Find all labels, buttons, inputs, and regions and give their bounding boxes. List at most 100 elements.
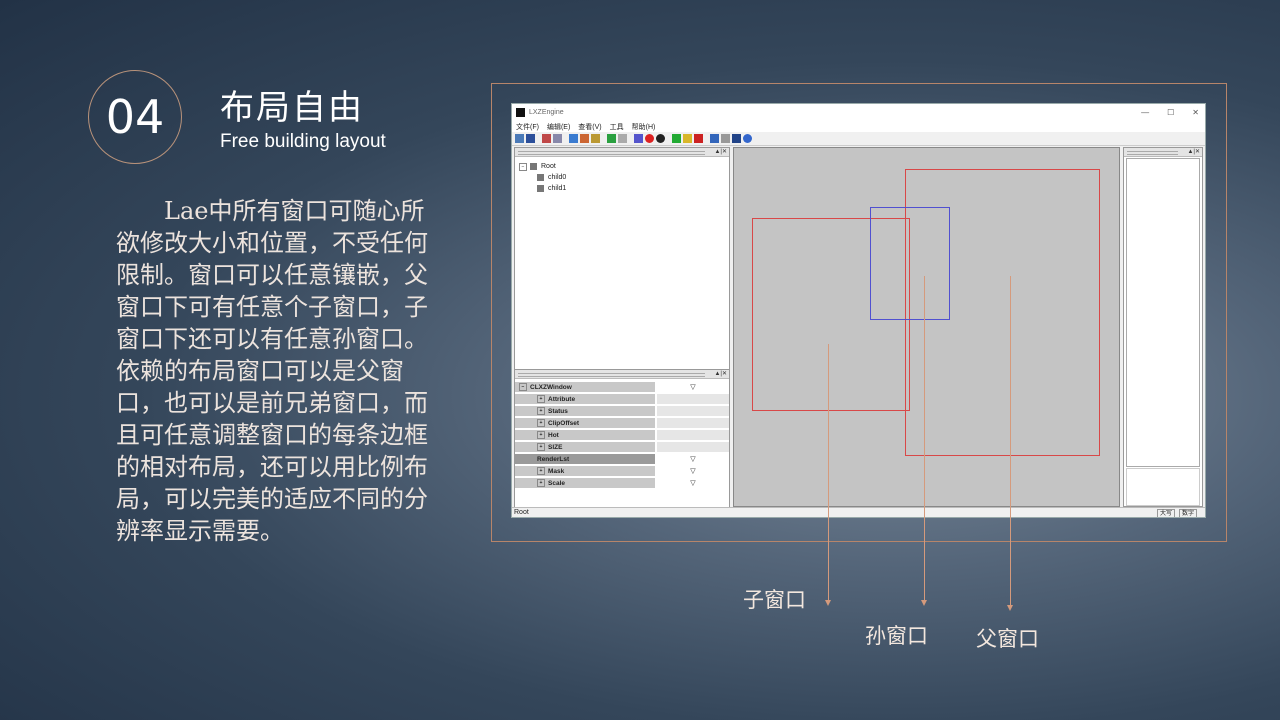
properties-pane: ▲|✕ − CLXZWindow ▽ + Attribute + Status + ClipOf…	[514, 369, 730, 509]
property-value[interactable]	[657, 418, 729, 428]
property-row[interactable]: RenderLst ▽	[515, 453, 729, 465]
window-node-icon	[537, 185, 544, 192]
open-icon[interactable]	[515, 134, 524, 143]
property-value[interactable]: ▽	[657, 466, 729, 476]
caps-indicator: 大写	[1156, 509, 1175, 517]
property-row[interactable]: − CLXZWindow ▽	[515, 381, 729, 393]
app-window: LXZEngine — ☐ ✕ 文件(F) 编辑(E) 查看(V) 工具 帮助(…	[512, 104, 1205, 517]
design-canvas[interactable]	[733, 147, 1120, 507]
play-icon[interactable]	[672, 134, 681, 143]
menu-file[interactable]: 文件(F)	[516, 122, 539, 132]
property-name: + Status	[515, 406, 655, 416]
property-value[interactable]	[657, 394, 729, 404]
expand-icon[interactable]: +	[537, 479, 545, 487]
section-number: 04	[105, 90, 165, 144]
property-label: Hot	[548, 431, 559, 439]
window-tree: − Root child0 child1	[515, 157, 729, 194]
property-name: RenderLst	[515, 454, 655, 464]
expand-icon[interactable]: +	[537, 419, 545, 427]
image-icon[interactable]	[591, 134, 600, 143]
property-row[interactable]: + Attribute	[515, 393, 729, 405]
property-label: RenderLst	[537, 455, 570, 463]
expand-icon[interactable]: +	[537, 443, 545, 451]
property-label: Mask	[548, 467, 565, 475]
property-row[interactable]: + SIZE	[515, 441, 729, 453]
property-name: + Mask	[515, 466, 655, 476]
tree-item-child1[interactable]: child1	[519, 183, 729, 194]
property-value[interactable]	[657, 430, 729, 440]
tree-item-root[interactable]: − Root	[519, 161, 729, 172]
child-arrow-line	[828, 344, 829, 600]
menu-edit[interactable]: 编辑(E)	[547, 122, 570, 132]
menu-bar: 文件(F) 编辑(E) 查看(V) 工具 帮助(H)	[512, 121, 1205, 132]
cut-icon[interactable]	[542, 134, 551, 143]
text-icon[interactable]	[569, 134, 578, 143]
collapse-icon[interactable]: −	[519, 383, 527, 391]
property-value[interactable]	[657, 442, 729, 452]
pane-buttons[interactable]: ▲|✕	[714, 148, 727, 155]
save-icon[interactable]	[526, 134, 535, 143]
parent-arrow-line	[1010, 276, 1011, 606]
property-name: + ClipOffset	[515, 418, 655, 428]
window-node-icon	[537, 174, 544, 181]
property-name: + Hot	[515, 430, 655, 440]
property-value[interactable]: ▽	[657, 454, 729, 464]
menu-help[interactable]: 帮助(H)	[632, 122, 656, 132]
property-row[interactable]: + Status	[515, 405, 729, 417]
tree-item-label: Root	[541, 163, 556, 170]
property-row[interactable]: + Scale ▽	[515, 477, 729, 489]
grandchild-window-rect[interactable]	[870, 207, 950, 320]
property-name: + Attribute	[515, 394, 655, 404]
settings-icon[interactable]	[743, 134, 752, 143]
grandchild-arrow-head	[921, 600, 927, 606]
property-row[interactable]: + ClipOffset	[515, 417, 729, 429]
app-logo-icon	[516, 108, 525, 117]
power-icon[interactable]	[656, 134, 665, 143]
grid-icon[interactable]	[580, 134, 589, 143]
expand-icon[interactable]: +	[537, 431, 545, 439]
d-icon[interactable]	[607, 134, 616, 143]
property-name: − CLXZWindow	[515, 382, 655, 392]
expand-icon[interactable]: +	[537, 467, 545, 475]
parent-arrow-head	[1007, 605, 1013, 611]
menu-tools[interactable]: 工具	[610, 122, 624, 132]
property-row[interactable]: + Hot	[515, 429, 729, 441]
copy-icon[interactable]	[553, 134, 562, 143]
stop-icon[interactable]	[683, 134, 692, 143]
pause-icon[interactable]	[694, 134, 703, 143]
undo-icon[interactable]	[710, 134, 719, 143]
pane-buttons[interactable]: ▲|✕	[714, 370, 727, 377]
property-value[interactable]: ▽	[657, 382, 729, 392]
redo-icon[interactable]	[721, 134, 730, 143]
slide-title: 布局自由	[220, 88, 364, 128]
pane-buttons[interactable]: ▲|✕	[1187, 148, 1200, 155]
minimize-button[interactable]: —	[1141, 108, 1149, 117]
property-value[interactable]	[657, 406, 729, 416]
num-indicator: 数字	[1178, 509, 1197, 517]
tree-item-child0[interactable]: child0	[519, 172, 729, 183]
property-name: + Scale	[515, 478, 655, 488]
property-value[interactable]: ▽	[657, 478, 729, 488]
maximize-button[interactable]: ☐	[1167, 108, 1174, 117]
property-label: ClipOffset	[548, 419, 580, 427]
lock-icon[interactable]	[634, 134, 643, 143]
property-list: − CLXZWindow ▽ + Attribute + Status + ClipOffset…	[515, 379, 729, 489]
menu-view[interactable]: 查看(V)	[578, 122, 601, 132]
child-window-label: 子窗口	[743, 588, 806, 612]
grandchild-arrow-line	[924, 276, 925, 600]
expand-icon[interactable]: +	[537, 395, 545, 403]
resize-icon[interactable]	[732, 134, 741, 143]
expand-icon[interactable]: +	[537, 407, 545, 415]
pointer-icon[interactable]	[618, 134, 627, 143]
property-label: SIZE	[548, 443, 563, 451]
property-label: Scale	[548, 479, 565, 487]
record-icon[interactable]	[645, 134, 654, 143]
tree-item-label: child1	[548, 185, 567, 192]
app-titlebar: LXZEngine — ☐ ✕	[512, 104, 1205, 121]
close-button[interactable]: ✕	[1192, 108, 1199, 117]
collapse-icon[interactable]: −	[519, 162, 527, 171]
window-node-icon	[530, 163, 537, 170]
property-label: CLXZWindow	[530, 383, 572, 391]
property-label: Attribute	[548, 395, 576, 403]
property-row[interactable]: + Mask ▽	[515, 465, 729, 477]
